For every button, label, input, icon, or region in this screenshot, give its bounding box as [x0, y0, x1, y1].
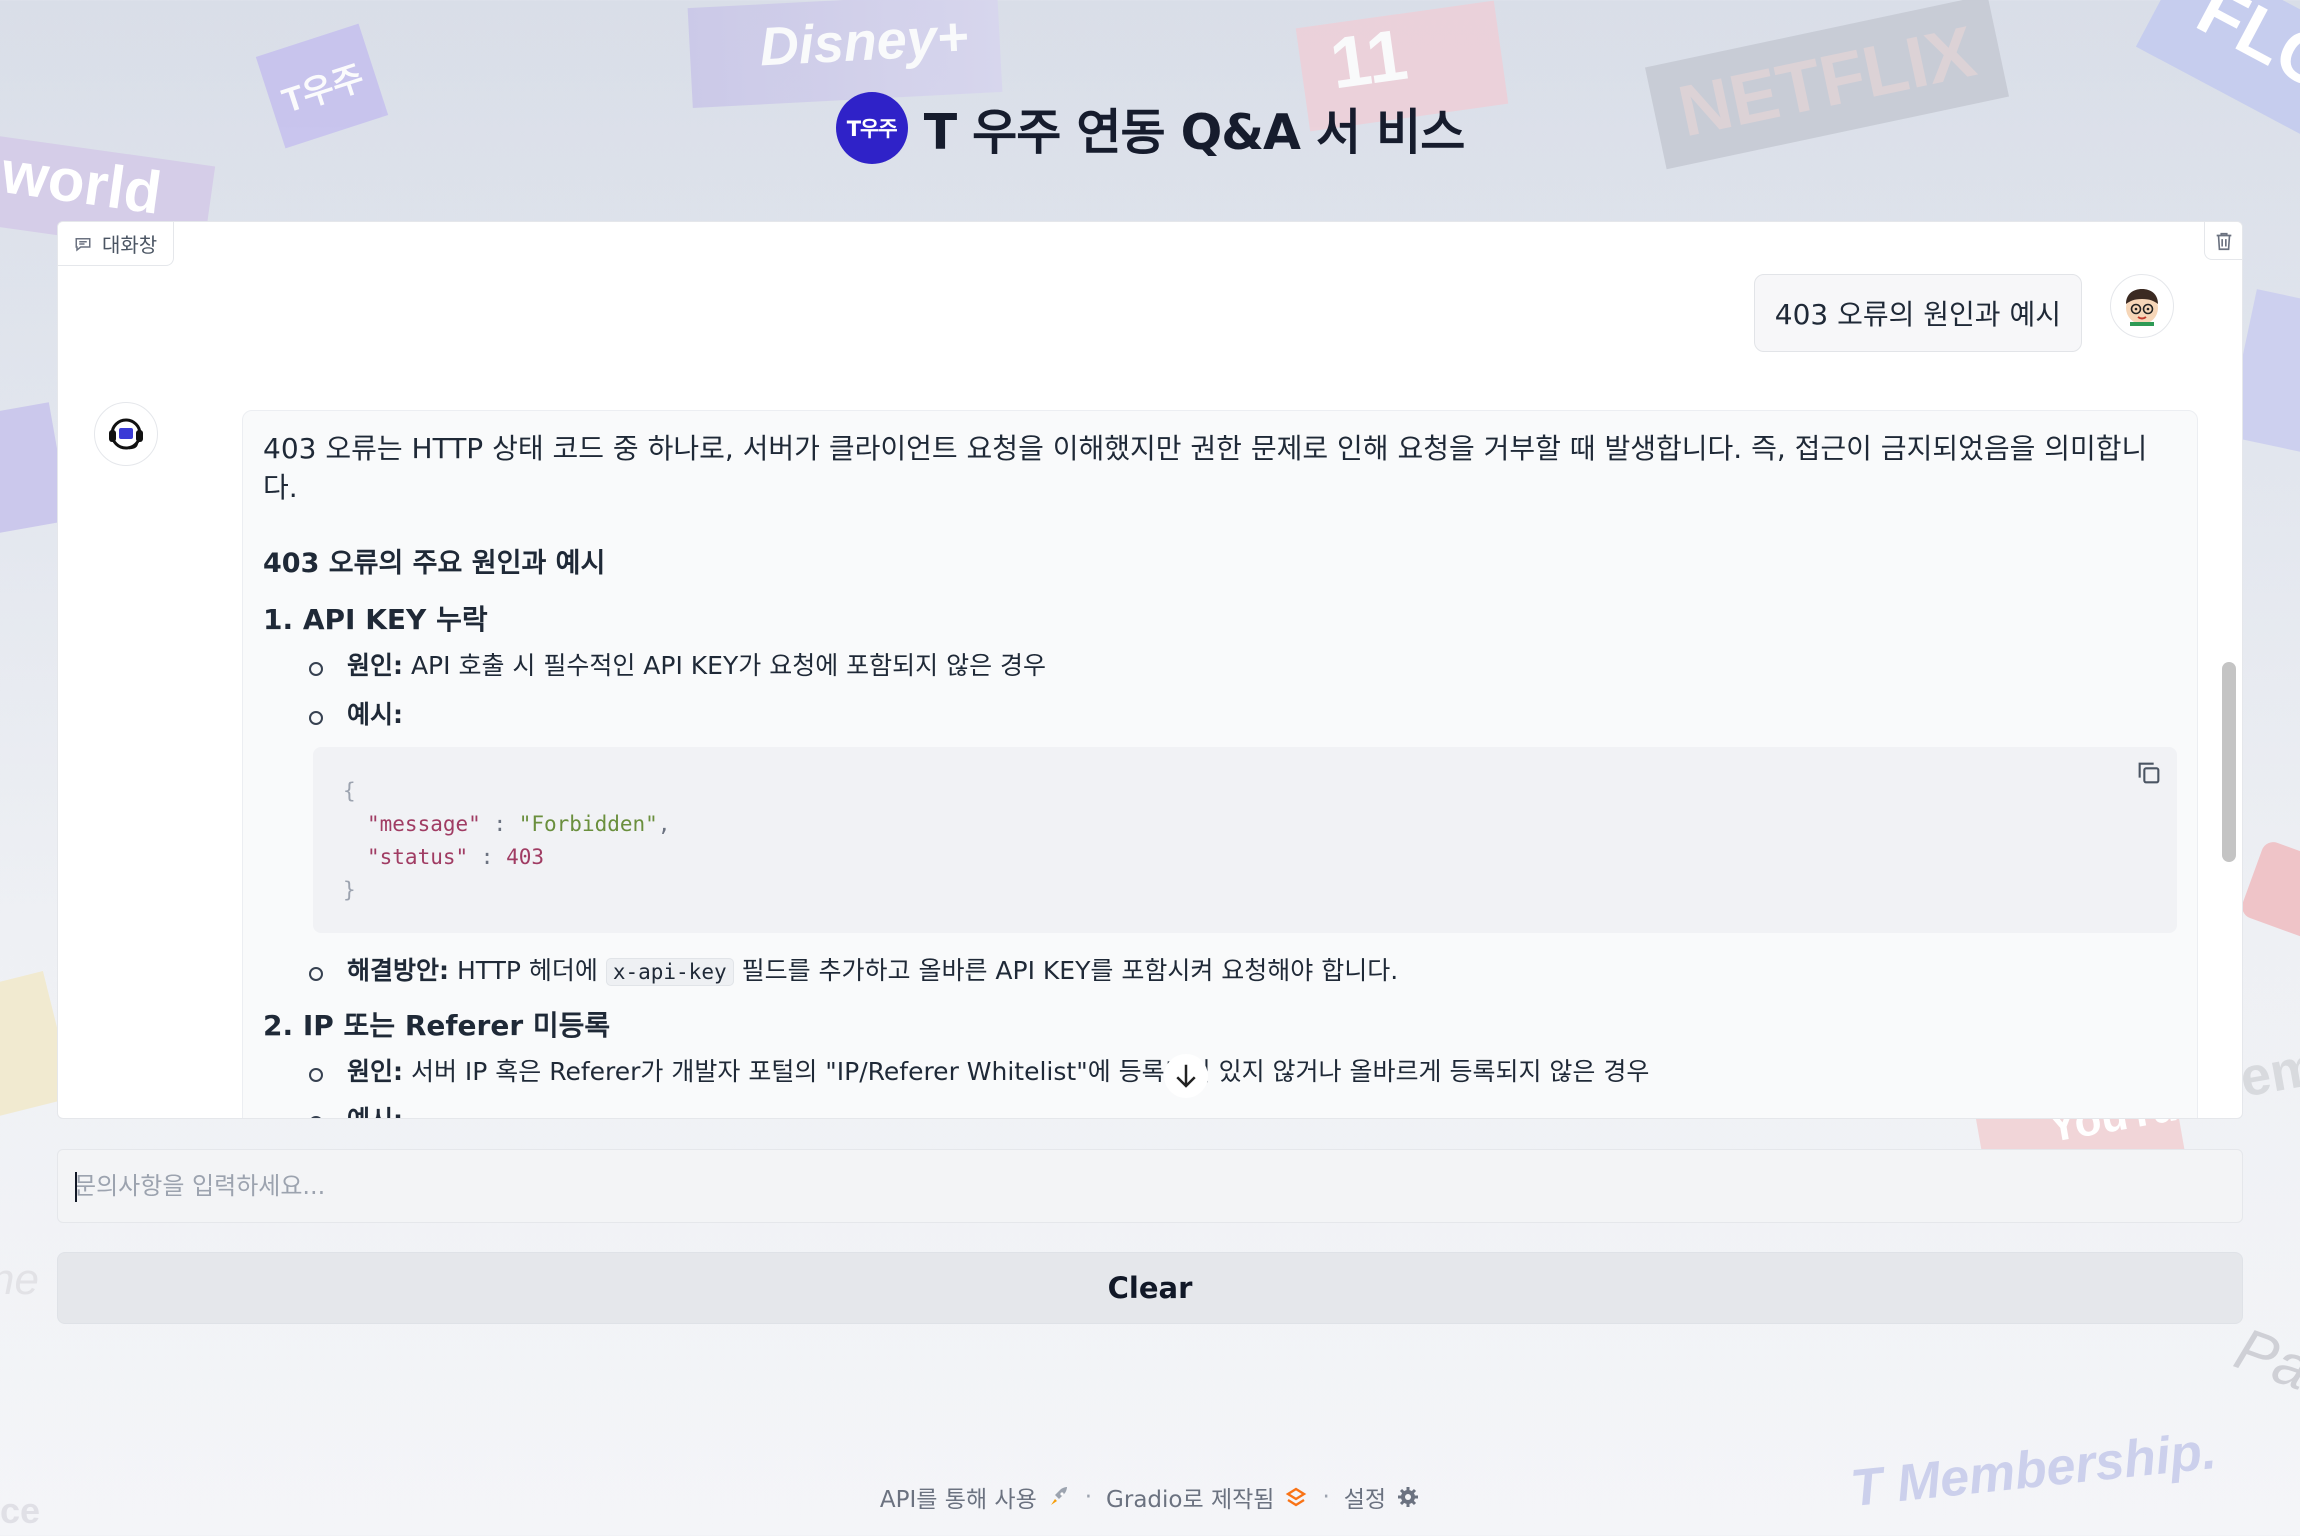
scroll-to-bottom-button[interactable] — [1164, 1054, 1208, 1098]
bg-text: ne — [0, 1255, 39, 1304]
example-label: 예시: — [347, 699, 403, 729]
bot-intro-text: 403 오류는 HTTP 상태 코드 중 하나로, 서버가 클라이언트 요청을 … — [263, 432, 2148, 505]
copy-icon[interactable] — [2135, 759, 2163, 787]
section-list: 원인: 서버 IP 혹은 Referer가 개발자 포털의 "IP/Refere… — [263, 1056, 2177, 1118]
gradio-logo-icon — [1286, 1487, 1307, 1507]
code-token: : — [468, 845, 507, 870]
clear-chat-icon-button[interactable] — [2204, 222, 2242, 260]
bg-text: emi — [2235, 1033, 2300, 1109]
user-avatar-icon — [2126, 289, 2158, 326]
bot-avatar — [94, 402, 158, 466]
page-header: T우주 T 우주 연동 Q&A 서 비스 — [0, 92, 2300, 164]
use-via-api-text: API를 통해 사용 — [879, 1487, 1037, 1513]
code-token: , — [657, 812, 671, 837]
use-via-api-link[interactable]: API를 통해 사용 — [880, 1480, 1071, 1514]
chatbot-panel: 대화창 403 오류의 원인과 예시 403 오류는 HTTP 상태 코드 중 … — [57, 221, 2243, 1119]
settings-text: 설정 — [1343, 1487, 1387, 1513]
cause-item: 원인: 서버 IP 혹은 Referer가 개발자 포털의 "IP/Refere… — [309, 1056, 2177, 1089]
bg-text: Pau — [2226, 1314, 2300, 1415]
example-item: 예시: — [309, 699, 2177, 732]
solution-text: HTTP 헤더에 — [449, 956, 606, 986]
question-input[interactable] — [58, 1150, 2242, 1222]
code-token: "status" — [367, 845, 469, 870]
trash-icon — [2216, 232, 2231, 250]
inline-code: x-api-key — [605, 958, 734, 987]
settings-link[interactable]: 설정 — [1344, 1480, 1420, 1514]
section-list: 원인: API 호출 시 필수적인 API KEY가 요청에 포함되지 않은 경… — [263, 650, 2177, 731]
t-universe-logo: T우주 — [835, 92, 908, 164]
code-token: "Forbidden" — [518, 812, 658, 837]
user-avatar — [2110, 274, 2174, 338]
answer-heading: 403 오류의 주요 원인과 예시 — [263, 548, 606, 580]
built-with-gradio-text: Gradio로 제작됨 — [1106, 1487, 1275, 1513]
code-block: { "message" : "Forbidden", "status" : 40… — [313, 747, 2177, 934]
rocket-icon — [1050, 1487, 1067, 1505]
built-with-gradio-link[interactable]: Gradio로 제작됨 — [1106, 1480, 1308, 1514]
chat-bubble-icon — [75, 237, 91, 252]
cause-label: 원인: — [347, 651, 403, 681]
section-title: 2. IP 또는 Referer 미등록 — [263, 1008, 611, 1042]
user-message-row: 403 오류의 원인과 예시 — [1753, 274, 2174, 352]
arrow-down-icon — [1176, 1064, 1196, 1088]
code-token: : — [480, 812, 519, 837]
code-token: "message" — [367, 812, 481, 837]
solution-text: 필드를 추가하고 올바른 API KEY를 포함시켜 요청해야 합니다. — [733, 956, 1399, 986]
chatbot-label-text: 대화창 — [102, 233, 158, 257]
section-title: 1. API KEY 누락 — [263, 603, 488, 637]
gear-icon — [1398, 1487, 1419, 1507]
bg-decoration — [2238, 838, 2300, 942]
headset-icon — [109, 418, 143, 450]
page-title: T 우주 연동 Q&A 서 비스 — [923, 103, 1466, 161]
text-cursor — [75, 1172, 77, 1202]
solution-label: 해결방안: — [347, 956, 449, 986]
cause-item: 원인: API 호출 시 필수적인 API KEY가 요청에 포함되지 않은 경… — [309, 650, 2177, 683]
cause-text: API 호출 시 필수적인 API KEY가 요청에 포함되지 않은 경우 — [403, 651, 1047, 681]
clear-button[interactable]: Clear — [57, 1252, 2243, 1324]
section-list: 해결방안: HTTP 헤더에 x-api-key 필드를 추가하고 올바른 AP… — [263, 955, 2177, 988]
cause-text: 서버 IP 혹은 Referer가 개발자 포털의 "IP/Referer Wh… — [403, 1056, 1650, 1086]
code-token: } — [343, 878, 356, 903]
code-token: { — [343, 779, 356, 804]
question-input-container — [57, 1149, 2243, 1223]
scrollbar-thumb[interactable] — [2222, 662, 2236, 862]
footer: API를 통해 사용 · Gradio로 제작됨 · 설정 — [0, 1480, 2300, 1514]
footer-separator: · — [1084, 1484, 1093, 1510]
chatbot-label: 대화창 — [58, 222, 175, 266]
code-token: 403 — [506, 845, 545, 870]
example-item: 예시: — [309, 1104, 2177, 1118]
user-message-bubble: 403 오류의 원인과 예시 — [1753, 274, 2082, 352]
footer-separator: · — [1322, 1484, 1330, 1510]
solution-item: 해결방안: HTTP 헤더에 x-api-key 필드를 추가하고 올바른 AP… — [309, 955, 2177, 988]
cause-label: 원인: — [347, 1056, 403, 1086]
example-label: 예시: — [347, 1105, 403, 1118]
bot-message-bubble: 403 오류는 HTTP 상태 코드 중 하나로, 서버가 클라이언트 요청을 … — [242, 410, 2198, 1118]
